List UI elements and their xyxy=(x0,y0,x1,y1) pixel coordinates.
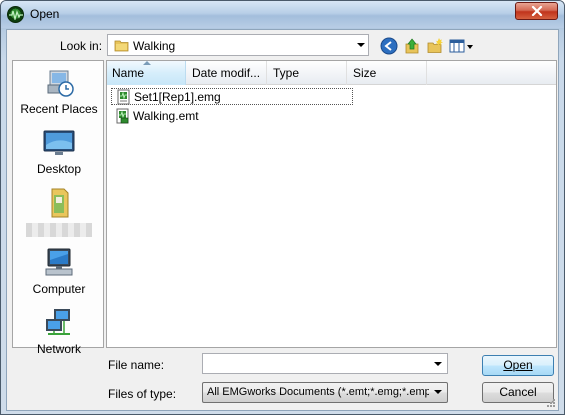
open-button[interactable]: Open xyxy=(482,355,554,376)
places-bar: Recent Places Desktop Computer Network xyxy=(12,60,105,356)
chevron-down-icon xyxy=(434,390,442,394)
column-header-name[interactable]: Name xyxy=(107,61,186,85)
file-name-label: File name: xyxy=(108,358,165,372)
file-list-item[interactable]: Walking.emt xyxy=(111,108,199,125)
recent-places-icon xyxy=(42,67,76,99)
file-name-input[interactable] xyxy=(202,353,448,374)
column-header-date-modified[interactable]: Date modif... xyxy=(187,61,267,85)
look-in-value: Walking xyxy=(133,39,176,53)
place-recent-places[interactable]: Recent Places xyxy=(13,67,105,116)
file-list-item[interactable]: Set1[Rep1].emg xyxy=(111,88,353,105)
chevron-down-icon[interactable] xyxy=(434,362,442,366)
file-name: Set1[Rep1].emg xyxy=(134,90,221,104)
place-network[interactable]: Network xyxy=(13,307,105,356)
emgworks-app-icon xyxy=(7,6,24,23)
emt-file-icon xyxy=(116,108,129,124)
files-of-type-select[interactable]: All EMGworks Documents (*.emt;*.emg;*.em… xyxy=(202,382,448,403)
place-label: Network xyxy=(36,342,81,356)
place-user-folder[interactable] xyxy=(13,187,105,237)
resize-grip-icon[interactable] xyxy=(544,396,556,408)
column-header-size[interactable]: Size xyxy=(348,61,427,85)
title-bar[interactable]: Open xyxy=(1,1,564,28)
column-header-type[interactable]: Type xyxy=(268,61,347,85)
close-button[interactable] xyxy=(515,2,558,20)
place-label: Desktop xyxy=(36,162,82,176)
chevron-down-icon[interactable] xyxy=(357,43,365,47)
up-folder-icon[interactable] xyxy=(403,37,421,55)
view-menu-button[interactable] xyxy=(449,37,475,55)
back-icon[interactable] xyxy=(380,37,398,55)
column-header-row: Name Date modif... Type Size xyxy=(107,61,556,85)
window-title: Open xyxy=(30,7,60,21)
user-folder-icon xyxy=(42,187,76,219)
computer-icon xyxy=(42,247,76,279)
open-dialog-window: Open Look in: Walking Recent Places Desk… xyxy=(0,0,565,415)
sort-ascending-icon xyxy=(143,61,151,65)
view-menu-icon xyxy=(449,39,473,53)
files-of-type-value: All EMGworks Documents (*.emt;*.emg;*.em… xyxy=(207,386,429,398)
desktop-icon xyxy=(42,127,76,159)
blurred-user-name xyxy=(26,223,92,237)
network-icon xyxy=(42,307,76,339)
emg-file-icon xyxy=(117,89,130,105)
look-in-label: Look in: xyxy=(60,39,103,53)
new-folder-icon[interactable] xyxy=(426,37,444,55)
file-list[interactable]: Name Date modif... Type Size Set1[Rep1].… xyxy=(106,60,557,348)
place-computer[interactable]: Computer xyxy=(13,247,105,296)
close-icon xyxy=(531,6,542,16)
place-label: Computer xyxy=(32,282,86,296)
place-desktop[interactable]: Desktop xyxy=(13,127,105,176)
place-label: Recent Places xyxy=(20,102,98,116)
file-name: Walking.emt xyxy=(133,109,199,123)
look-in-combobox[interactable]: Walking xyxy=(107,34,369,56)
folder-icon xyxy=(114,40,129,52)
files-of-type-label: Files of type: xyxy=(108,387,177,401)
dialog-body: Look in: Walking Recent Places Desktop C… xyxy=(6,29,559,411)
